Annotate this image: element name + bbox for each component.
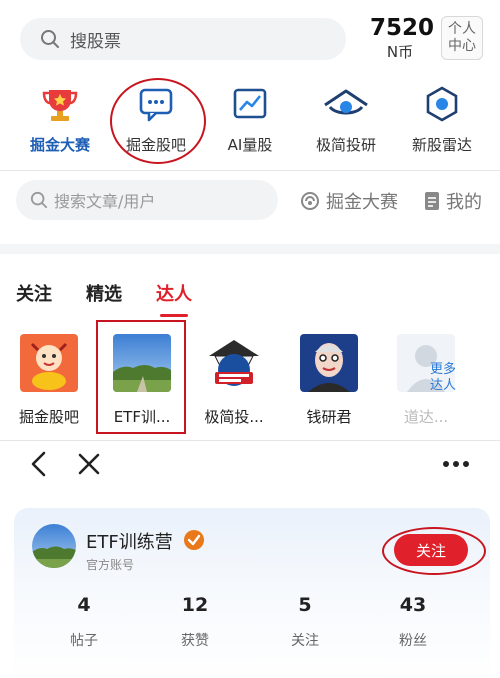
headset-icon	[301, 192, 319, 210]
stat-value: 43	[399, 594, 427, 616]
page-navbar	[0, 444, 500, 484]
avatar	[20, 334, 78, 392]
divider	[0, 170, 500, 171]
account-type: 官方账号	[86, 558, 135, 572]
expert-name: 极简投...	[204, 408, 264, 426]
research-society-logo-icon	[205, 334, 263, 392]
expert-name: 钱研君	[306, 408, 352, 426]
verified-badge	[184, 530, 204, 550]
avatar	[205, 334, 263, 392]
account-name: ETF训练营	[86, 532, 173, 553]
feature-label: 极简投研	[315, 136, 376, 154]
stock-search-input[interactable]: 搜股票	[20, 18, 346, 60]
feature-label: AI量股	[227, 136, 273, 154]
expert-item[interactable]: 钱研君	[289, 334, 369, 427]
more-options-button[interactable]	[442, 454, 470, 478]
expert-name: 道达...	[403, 408, 449, 426]
feature-minimal-research[interactable]: 极简投研	[298, 84, 394, 155]
feature-shortcuts: 掘金大赛 掘金股吧 AI量股 极简投研 新股雷达	[0, 84, 500, 164]
expert-item[interactable]: 极简投...	[194, 334, 274, 427]
stat-followers[interactable]: 43 粉丝	[373, 594, 453, 650]
annotation-rectangle	[96, 320, 186, 434]
line-chart-icon	[233, 88, 267, 119]
coin-balance[interactable]: 7520 N币	[370, 14, 435, 62]
contest-link[interactable]: 掘金大赛	[300, 188, 398, 214]
search-icon	[30, 191, 48, 209]
check-icon	[187, 534, 201, 546]
feature-contest[interactable]: 掘金大赛	[12, 84, 108, 155]
contest-link-label: 掘金大赛	[326, 192, 398, 213]
feature-ai-stock[interactable]: AI量股	[202, 84, 298, 155]
stat-likes[interactable]: 12 获赞	[155, 594, 235, 650]
profile-center-button[interactable]: 个人 中心	[441, 16, 483, 60]
back-arrow-icon	[31, 451, 46, 477]
stat-label: 关注	[291, 633, 319, 649]
eye-icon	[324, 89, 368, 115]
coin-value: 7520	[370, 15, 435, 41]
more-label-line1: 更多	[430, 362, 457, 377]
top-bar: 搜股票 7520 N币 个人 中心	[0, 0, 500, 80]
article-user-search-input[interactable]: 搜索文章/用户	[16, 180, 278, 220]
stat-label: 帖子	[70, 633, 98, 649]
profile-label-line2: 中心	[448, 38, 476, 54]
stat-label: 粉丝	[399, 633, 427, 649]
stat-value: 5	[298, 594, 312, 616]
feature-label: 新股雷达	[411, 136, 472, 154]
section-separator	[0, 244, 500, 254]
active-tab-indicator	[160, 314, 188, 317]
account-profile-card: ETF训练营 官方账号 关注 4 帖子 12 获赞 5 关注 43 粉丝	[14, 508, 490, 678]
more-experts-button[interactable]: 更多 达人	[430, 362, 456, 394]
radar-hexagon-icon	[426, 86, 458, 122]
more-dots-icon	[443, 461, 469, 467]
community-toolbar: 搜索文章/用户 掘金大赛 我的	[0, 180, 500, 224]
feature-label: 掘金大赛	[29, 136, 90, 154]
more-label-line2: 达人	[430, 378, 457, 393]
stat-following[interactable]: 5 关注	[265, 594, 345, 650]
stat-value: 12	[181, 594, 209, 616]
tab-featured[interactable]: 精选	[86, 280, 122, 306]
close-button[interactable]	[76, 450, 102, 482]
divider	[0, 440, 500, 441]
trophy-icon	[42, 90, 78, 121]
search-icon	[41, 30, 59, 48]
stat-value: 4	[77, 594, 91, 616]
tab-follow[interactable]: 关注	[16, 280, 52, 306]
feature-ipo-radar[interactable]: 新股雷达	[394, 84, 490, 155]
landscape-icon	[32, 524, 76, 568]
tab-experts[interactable]: 达人	[156, 280, 192, 306]
avatar	[300, 334, 358, 392]
search-placeholder: 搜股票	[70, 31, 121, 52]
coin-unit: N币	[386, 43, 414, 61]
annotation-ellipse	[382, 527, 486, 575]
close-icon	[78, 453, 100, 475]
stat-label: 获赞	[181, 633, 209, 649]
portrait-icon	[300, 334, 358, 392]
annotation-circle	[110, 78, 206, 164]
document-icon	[425, 192, 439, 210]
expert-name: 掘金股吧	[18, 408, 79, 426]
avatar[interactable]	[32, 524, 76, 568]
stat-posts[interactable]: 4 帖子	[44, 594, 124, 650]
profile-label-line1: 个人	[448, 21, 476, 37]
feed-tabs: 关注 精选 达人	[0, 280, 500, 314]
mine-link-label: 我的	[446, 192, 482, 213]
back-button[interactable]	[28, 450, 50, 482]
mine-link[interactable]: 我的	[424, 188, 482, 214]
search-placeholder: 搜索文章/用户	[54, 192, 156, 211]
expert-item[interactable]: 掘金股吧	[9, 334, 89, 427]
experts-row: 掘金股吧 ETF训... 极简投... 钱研君 道达... 更多 达人	[0, 334, 500, 430]
mascot-icon	[20, 334, 78, 392]
